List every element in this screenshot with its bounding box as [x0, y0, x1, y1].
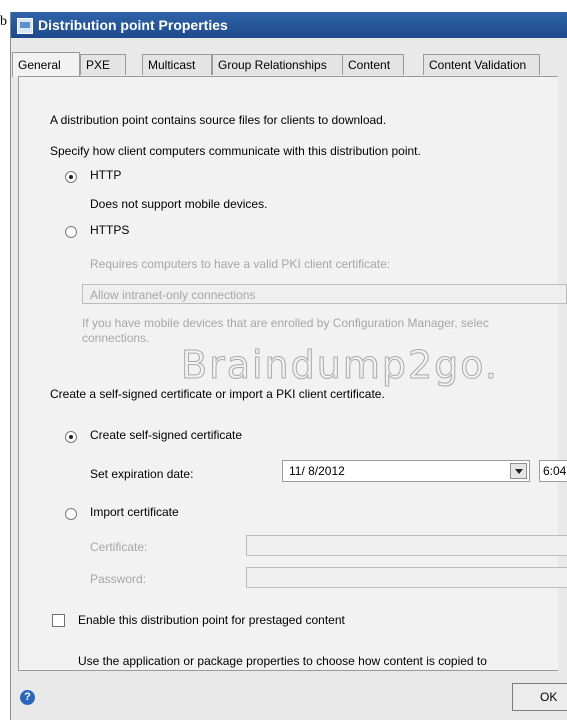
stray-character: b [0, 14, 7, 29]
expiration-time-value: 6:04 [543, 464, 567, 478]
tab-content-validation[interactable]: Content Validation [423, 54, 540, 75]
ok-button[interactable]: OK [512, 683, 567, 711]
watermark: Braindump2go. [181, 343, 499, 388]
https-connection-select[interactable]: Allow intranet-only connections [82, 284, 567, 304]
self-signed-label: Create self-signed certificate [90, 428, 243, 442]
import-certificate-label: Import certificate [90, 505, 179, 519]
prestaged-checkbox[interactable] [52, 614, 65, 627]
tab-general[interactable]: General [12, 52, 80, 77]
window-app-icon [17, 18, 33, 34]
password-input[interactable] [246, 567, 567, 588]
import-certificate-radio[interactable] [65, 508, 77, 520]
expiration-date-value: 11/ 8/2012 [289, 464, 345, 478]
help-icon[interactable]: ? [20, 690, 35, 705]
prestaged-label: Enable this distribution point for prest… [78, 613, 345, 627]
tab-group-relationships[interactable]: Group Relationships [212, 54, 350, 75]
certificate-label: Create a self-signed certificate or impo… [50, 387, 385, 401]
ok-button-label: OK [540, 690, 558, 704]
certificate-field-label: Certificate: [90, 540, 148, 554]
window-title: Distribution point Properties [38, 17, 228, 33]
certificate-input[interactable] [246, 535, 567, 556]
expiration-time-field[interactable]: 6:04 [539, 460, 567, 482]
tab-content[interactable]: Content [342, 54, 404, 75]
tab-multicast[interactable]: Multicast [142, 54, 212, 75]
expiration-label: Set expiration date: [90, 467, 194, 481]
mobile-devices-note-cont: connections. [82, 331, 150, 345]
http-label: HTTP [90, 168, 122, 182]
tab-pxe[interactable]: PXE [80, 54, 126, 75]
chevron-down-icon[interactable] [510, 463, 527, 479]
http-radio[interactable] [65, 171, 77, 183]
https-requires-text: Requires computers to have a valid PKI c… [90, 257, 391, 271]
https-connection-value: Allow intranet-only connections [90, 288, 256, 302]
password-field-label: Password: [90, 572, 147, 586]
mobile-devices-note: If you have mobile devices that are enro… [82, 316, 489, 330]
https-radio[interactable] [65, 226, 77, 238]
intro-text: A distribution point contains source fil… [50, 113, 387, 127]
https-label: HTTPS [90, 223, 130, 237]
expiration-date-picker[interactable]: 11/ 8/2012 [282, 460, 530, 482]
http-note: Does not support mobile devices. [90, 197, 268, 211]
prestaged-note: Use the application or package propertie… [78, 654, 487, 668]
self-signed-radio[interactable] [65, 431, 77, 443]
title-bar: Distribution point Properties [11, 12, 567, 38]
communication-label: Specify how client computers communicate… [50, 144, 421, 158]
